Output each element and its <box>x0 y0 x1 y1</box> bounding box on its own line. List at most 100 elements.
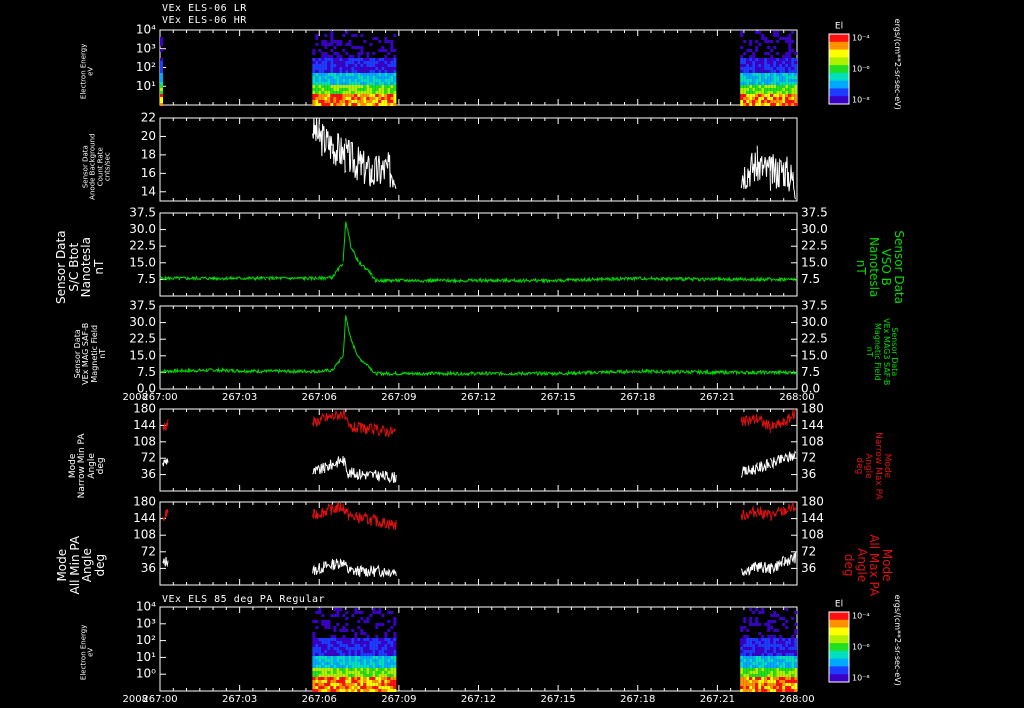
heatmap-cell-spectro1 <box>354 34 358 37</box>
heatmap-cell-spectro2 <box>749 656 753 659</box>
heatmap-cell-spectro1 <box>342 82 346 85</box>
heatmap-cell-spectro2 <box>345 680 349 683</box>
heatmap-cell-spectro2 <box>315 656 319 659</box>
heatmap-cell-spectro1 <box>384 61 388 64</box>
heatmap-cell-spectro1 <box>348 70 352 73</box>
heatmap-cell-spectro2 <box>776 650 780 653</box>
heatmap-cell-spectro2 <box>333 683 337 686</box>
heatmap-cell-spectro2 <box>743 650 747 653</box>
heatmap-cell-spectro1 <box>776 52 780 55</box>
heatmap-cell-spectro1 <box>321 52 325 55</box>
heatmap-cell-spectro2 <box>740 641 744 644</box>
heatmap-cell-spectro1 <box>324 97 328 100</box>
heatmap-cell-spectro2 <box>785 677 789 680</box>
heatmap-cell-spectro1 <box>366 94 370 97</box>
heatmap-cell-spectro1 <box>390 43 394 46</box>
heatmap-cell-spectro1 <box>740 97 744 100</box>
heatmap-cell-spectro2 <box>387 620 391 623</box>
heatmap-cell-spectro2 <box>372 608 376 611</box>
heatmap-cell-spectro2 <box>782 674 786 677</box>
heatmap-cell-spectro2 <box>393 665 397 668</box>
heatmap-cell-spectro1 <box>788 103 792 106</box>
heatmap-cell-spectro2 <box>384 656 388 659</box>
heatmap-cell-spectro1 <box>336 103 340 106</box>
heatmap-cell-spectro2 <box>360 662 364 665</box>
heatmap-cell-spectro2 <box>390 650 394 653</box>
heatmap-cell-spectro1 <box>785 61 789 64</box>
heatmap-cell-spectro1 <box>393 61 397 64</box>
plot-figure: VEx ELS-06 LR VEx ELS-06 HR VEx ELS 85 d… <box>0 0 1024 708</box>
heatmap-cell-spectro2 <box>330 665 334 668</box>
heatmap-cell-spectro1 <box>788 58 792 61</box>
heatmap-cell-spectro2 <box>390 656 394 659</box>
heatmap-cell-spectro1 <box>384 97 388 100</box>
heatmap-cell-spectro1 <box>773 67 777 70</box>
heatmap-cell-spectro2 <box>354 656 358 659</box>
heatmap-cell-spectro1 <box>743 100 747 103</box>
heatmap-cell-spectro1 <box>743 85 747 88</box>
heatmap-cell-spectro2 <box>321 641 325 644</box>
heatmap-cell-spectro1 <box>375 97 379 100</box>
heatmap-cell-spectro1 <box>746 67 750 70</box>
heatmap-cell-spectro2 <box>318 680 322 683</box>
heatmap-cell-spectro1 <box>330 76 334 79</box>
heatmap-cell-spectro2 <box>366 647 370 650</box>
heatmap-cell-spectro2 <box>354 641 358 644</box>
heatmap-cell-spectro2 <box>764 662 768 665</box>
heatmap-cell-spectro1 <box>345 97 349 100</box>
heatmap-cell-spectro1 <box>755 58 759 61</box>
heatmap-cell-spectro2 <box>740 638 744 641</box>
heatmap-cell-spectro1 <box>749 76 753 79</box>
heatmap-cell-spectro1 <box>785 70 789 73</box>
heatmap-cell-spectro2 <box>375 668 379 671</box>
heatmap-cell-spectro2 <box>791 650 795 653</box>
heatmap-cell-spectro1 <box>393 73 397 76</box>
heatmap-cell-spectro2 <box>360 611 364 614</box>
heatmap-cell-spectro2 <box>770 626 774 629</box>
heatmap-cell-spectro1 <box>743 76 747 79</box>
heatmap-cell-spectro2 <box>390 668 394 671</box>
heatmap-cell-spectro2 <box>749 662 753 665</box>
heatmap-cell-spectro2 <box>321 638 325 641</box>
heatmap-cell-spectro2 <box>336 653 340 656</box>
heatmap-cell-spectro1 <box>779 88 783 91</box>
heatmap-cell-spectro1 <box>160 103 163 106</box>
heatmap-cell-spectro2 <box>315 686 319 689</box>
heatmap-cell-spectro2 <box>740 659 744 662</box>
heatmap-cell-spectro2 <box>327 674 331 677</box>
heatmap-cell-spectro1 <box>312 67 316 70</box>
heatmap-cell-spectro2 <box>794 629 798 632</box>
heatmap-cell-spectro1 <box>788 43 792 46</box>
heatmap-cell-spectro2 <box>779 668 783 671</box>
heatmap-cell-spectro1 <box>360 88 364 91</box>
heatmap-cell-spectro1 <box>318 64 322 67</box>
heatmap-cell-spectro1 <box>384 91 388 94</box>
heatmap-cell-spectro1 <box>788 34 792 37</box>
heatmap-cell-spectro2 <box>746 689 750 692</box>
y-tick-label-pa_all: 180 <box>133 495 156 509</box>
heatmap-cell-spectro2 <box>390 689 394 692</box>
heatmap-cell-spectro2 <box>366 683 370 686</box>
heatmap-cell-spectro2 <box>749 608 753 611</box>
heatmap-cell-spectro2 <box>384 632 388 635</box>
heatmap-cell-spectro1 <box>773 34 777 37</box>
heatmap-cell-spectro1 <box>791 70 795 73</box>
heatmap-cell-spectro2 <box>791 683 795 686</box>
y-tick-label-right-pa_all: 36 <box>801 561 816 575</box>
heatmap-cell-spectro1 <box>315 88 319 91</box>
series-line-btot-0 <box>159 221 798 285</box>
heatmap-cell-spectro2 <box>779 683 783 686</box>
y-tick-label-mag: 22.5 <box>129 332 156 346</box>
heatmap-cell-spectro2 <box>743 626 747 629</box>
heatmap-cell-spectro2 <box>321 659 325 662</box>
y-tick-label-btot: 15.0 <box>129 255 156 269</box>
x-tick-label: 267:12 <box>461 694 496 705</box>
heatmap-cell-spectro1 <box>384 58 388 61</box>
heatmap-cell-spectro1 <box>782 70 786 73</box>
heatmap-cell-spectro1 <box>363 70 367 73</box>
heatmap-cell-spectro2 <box>354 650 358 653</box>
heatmap-cell-spectro1 <box>381 94 385 97</box>
x-tick-label: 267:12 <box>461 392 496 403</box>
heatmap-cell-spectro2 <box>366 671 370 674</box>
heatmap-cell-spectro1 <box>366 61 370 64</box>
